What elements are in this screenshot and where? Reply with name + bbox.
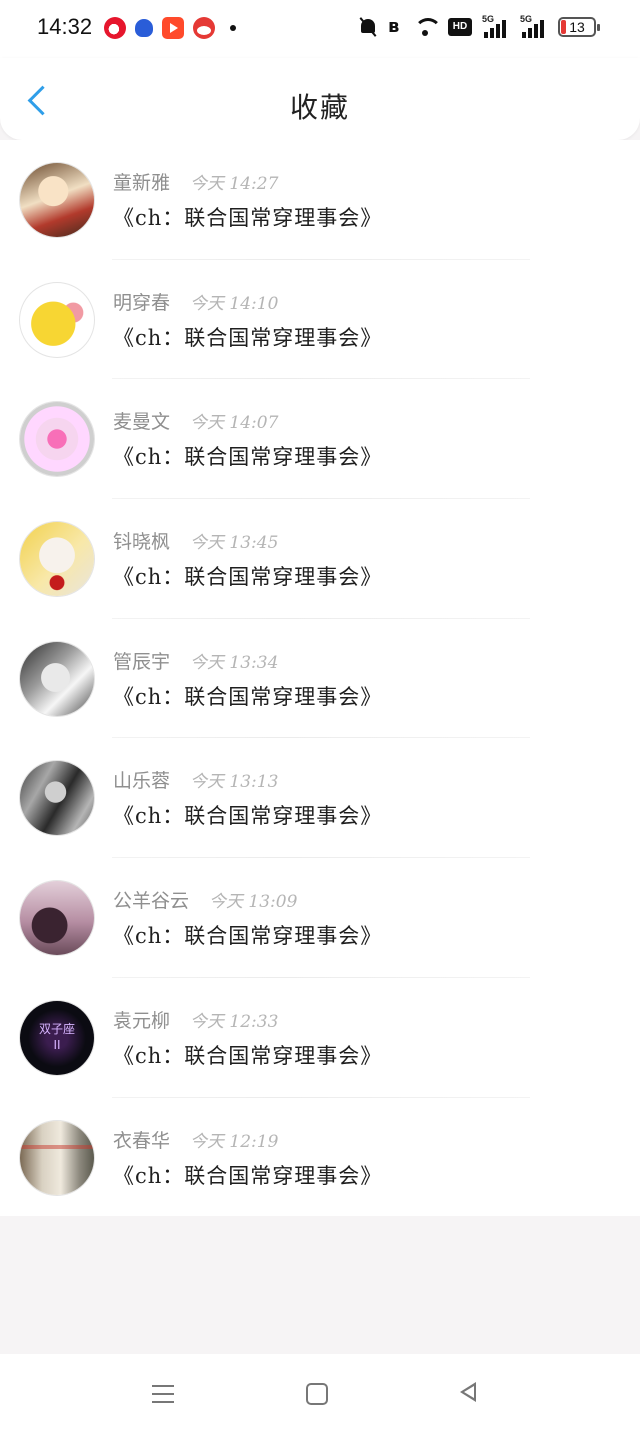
- avatar[interactable]: [20, 761, 94, 836]
- item-meta: 袁元柳 今天 12:33: [113, 1006, 278, 1033]
- sender-name: 童新雅: [113, 172, 171, 194]
- favorite-item[interactable]: 明穿春 今天 14:10 《ch：联合国常穿理事会》: [0, 259, 640, 380]
- weibo-icon: [104, 17, 126, 39]
- favorite-item[interactable]: 管辰宇 今天 13:34 《ch：联合国常穿理事会》: [0, 618, 640, 739]
- avatar[interactable]: [20, 1120, 94, 1195]
- network-type-1: 5G: [482, 14, 495, 24]
- timestamp: 今天 12:33: [190, 1011, 279, 1032]
- status-bar: 14:32 ʙ HD 5G 5G 13: [0, 0, 640, 58]
- avatar[interactable]: [20, 641, 94, 716]
- santa-app-icon: [193, 17, 215, 39]
- sender-name: 管辰宇: [113, 650, 171, 673]
- item-meta: 管辰宇 今天 13:34: [113, 647, 278, 674]
- avatar[interactable]: [20, 881, 94, 956]
- back-triangle-icon[interactable]: [454, 1380, 484, 1408]
- timestamp: 今天 14:27: [190, 174, 279, 194]
- sender-name: 明穿春: [113, 291, 171, 314]
- item-meta: 衣春华 今天 12:19: [113, 1126, 278, 1153]
- bluetooth-icon: ʙ: [388, 16, 400, 37]
- empty-area: [0, 1216, 640, 1354]
- message-text: 《ch：联合国常穿理事会》: [113, 684, 383, 709]
- hd-voice-icon: HD: [448, 18, 472, 36]
- baidu-icon: [135, 19, 153, 37]
- home-icon[interactable]: [302, 1380, 332, 1408]
- timestamp: 今天 13:45: [190, 533, 279, 554]
- favorite-item[interactable]: 麦曼文 今天 14:07 《ch：联合国常穿理事会》: [0, 379, 640, 500]
- favorite-item[interactable]: 双子座 II 袁元柳 今天 12:33 《ch：联合国常穿理事会》: [0, 977, 640, 1098]
- battery-icon: 13: [558, 17, 600, 37]
- item-meta: 麦曼文 今天 14:07: [113, 407, 278, 434]
- favorite-item[interactable]: 童新雅 今天 14:27 《ch：联合国常穿理事会》: [0, 140, 640, 260]
- sender-name: 山乐蓉: [113, 770, 171, 793]
- timestamp: 今天 12:19: [190, 1131, 279, 1152]
- avatar-label: 双子座 II: [38, 1021, 75, 1052]
- avatar[interactable]: [20, 163, 94, 237]
- favorite-item[interactable]: 衣春华 今天 12:19 《ch：联合国常穿理事会》: [0, 1097, 640, 1218]
- video-app-icon: [162, 17, 184, 39]
- message-text: 《ch：联合国常穿理事会》: [113, 325, 383, 350]
- favorite-item[interactable]: 钭晓枫 今天 13:45 《ch：联合国常穿理事会》: [0, 499, 640, 619]
- timestamp: 今天 14:07: [190, 413, 279, 434]
- sender-name: 麦曼文: [113, 411, 171, 434]
- mute-bell-icon: [358, 16, 378, 38]
- timestamp: 今天 13:09: [209, 892, 298, 913]
- message-text: 《ch：联合国常穿理事会》: [113, 804, 383, 829]
- notification-app-icons: [104, 17, 236, 39]
- avatar[interactable]: [20, 282, 94, 357]
- message-text: 《ch：联合国常穿理事会》: [113, 565, 383, 590]
- item-meta: 童新雅 今天 14:27: [113, 168, 278, 195]
- status-time: 14:32: [37, 14, 93, 39]
- item-meta: 明穿春 今天 14:10: [113, 288, 278, 315]
- signal-2-icon: 5G: [520, 14, 548, 38]
- favorites-list: 童新雅 今天 14:27 《ch：联合国常穿理事会》 明穿春 今天 14:10 …: [0, 140, 640, 1218]
- wifi-icon: [412, 16, 442, 38]
- favorite-item[interactable]: 山乐蓉 今天 13:13 《ch：联合国常穿理事会》: [0, 738, 640, 859]
- message-text: 《ch：联合国常穿理事会》: [113, 445, 383, 470]
- message-text: 《ch：联合国常穿理事会》: [113, 1163, 383, 1188]
- more-notifications-dot-icon: [230, 25, 236, 31]
- avatar[interactable]: 双子座 II: [20, 1000, 94, 1075]
- page-title: 收藏: [289, 91, 350, 124]
- signal-1-icon: 5G: [482, 14, 510, 38]
- avatar[interactable]: [20, 402, 94, 477]
- item-meta: 山乐蓉 今天 13:13: [113, 766, 278, 793]
- timestamp: 今天 13:13: [190, 772, 279, 793]
- app-header: 收藏: [0, 58, 640, 140]
- avatar[interactable]: [20, 522, 94, 597]
- favorite-item[interactable]: 公羊谷云 今天 13:09 《ch：联合国常穿理事会》: [0, 858, 640, 978]
- sender-name: 袁元柳: [113, 1009, 171, 1032]
- sender-name: 公羊谷云: [113, 890, 190, 913]
- item-meta: 钭晓枫 今天 13:45: [113, 527, 278, 554]
- timestamp: 今天 13:34: [190, 652, 279, 673]
- sender-name: 衣春华: [113, 1129, 171, 1152]
- system-nav-bar: [0, 1354, 640, 1433]
- system-status-icons: ʙ HD 5G 5G 13: [358, 14, 600, 38]
- sender-name: 钭晓枫: [113, 531, 171, 554]
- item-meta: 公羊谷云 今天 13:09: [113, 886, 297, 913]
- timestamp: 今天 14:10: [190, 293, 279, 314]
- message-text: 《ch：联合国常穿理事会》: [113, 1043, 383, 1068]
- message-text: 《ch：联合国常穿理事会》: [113, 206, 383, 230]
- menu-icon[interactable]: [148, 1380, 178, 1408]
- message-text: 《ch：联合国常穿理事会》: [113, 924, 383, 949]
- network-type-2: 5G: [520, 14, 533, 24]
